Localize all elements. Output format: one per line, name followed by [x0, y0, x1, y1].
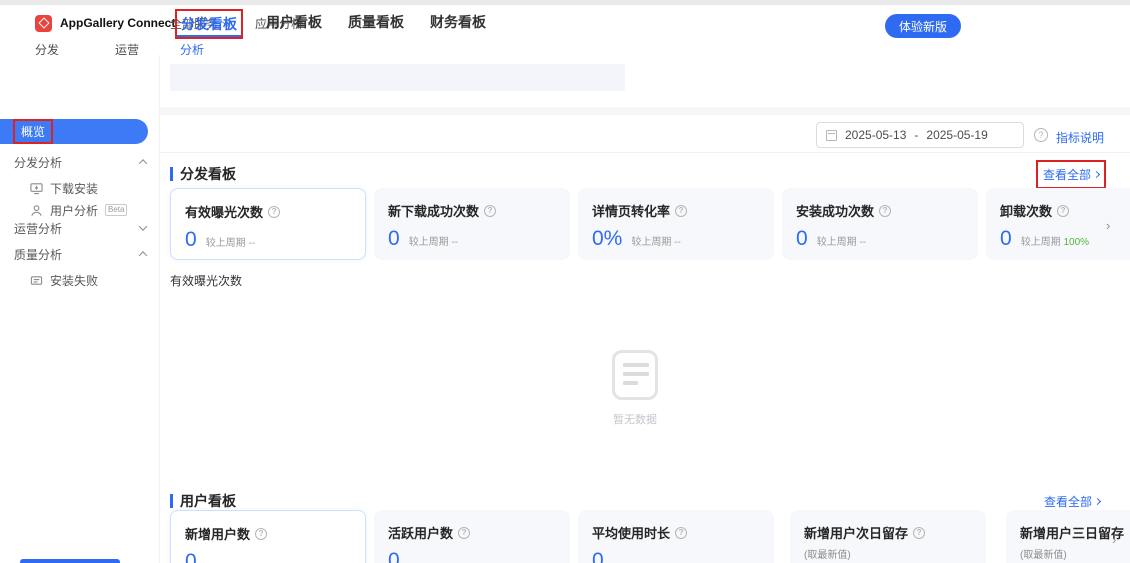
metric-card-avg-usage-duration[interactable]: 平均使用时长? 0: [578, 510, 774, 563]
metric-card-detail-conversion[interactable]: 详情页转化率? 0% 较上周期 --: [578, 188, 774, 260]
install-fail-icon: [30, 275, 43, 285]
sidebar-item-user-analysis[interactable]: 用户分析 Beta: [30, 201, 150, 219]
empty-state: 暂无数据: [585, 350, 685, 427]
metric-card-valid-impressions[interactable]: 有效曝光次数? 0 较上周期 --: [170, 188, 366, 260]
cards-scroll-right-chevron[interactable]: ›: [1106, 218, 1110, 233]
metric-value: 0: [796, 227, 808, 250]
beta-badge: Beta: [105, 204, 128, 216]
section-title-users: 用户看板: [170, 491, 236, 511]
sidebar-group-quality-analysis[interactable]: 质量分析: [14, 245, 148, 263]
tab-finance-dashboard[interactable]: 财务看板: [426, 9, 490, 35]
metric-card-new-downloads[interactable]: 新下载成功次数? 0 较上周期 --: [374, 188, 570, 260]
metric-value: 0: [1000, 227, 1012, 250]
metric-value-clipped: 0: [185, 550, 197, 563]
sidebar-item-download-install[interactable]: 下载安装: [30, 179, 150, 197]
tab-quality-dashboard[interactable]: 质量看板: [344, 9, 408, 35]
chevron-right-icon: [1093, 497, 1102, 506]
chevron-down-icon: [138, 222, 148, 231]
help-icon[interactable]: ?: [255, 527, 268, 540]
help-icon[interactable]: ?: [458, 526, 471, 539]
help-icon[interactable]: ?: [1034, 128, 1048, 142]
help-icon[interactable]: ?: [879, 204, 892, 217]
no-data-document-icon: [612, 350, 658, 400]
sidebar: 概览 分发分析 下载安装 用户分析 Beta 运营分析 质量分析 安装失败: [0, 55, 160, 563]
date-start: 2025-05-13: [845, 128, 907, 142]
tab-distribution-dashboard[interactable]: 分发看板: [175, 9, 243, 39]
metric-card-install-success[interactable]: 安装成功次数? 0 较上周期 --: [782, 188, 978, 260]
chart-metric-label: 有效曝光次数: [170, 274, 243, 288]
section-bar: [170, 167, 173, 181]
help-icon[interactable]: ?: [913, 526, 926, 539]
brand-title: AppGallery Connect: [60, 16, 176, 30]
tab-user-dashboard[interactable]: 用户看板: [262, 9, 326, 35]
sidebar-group-operation-analysis[interactable]: 运营分析: [14, 219, 148, 237]
dashboard-panel: [160, 115, 1130, 563]
sidebar-item-install-fail[interactable]: 安装失败: [30, 271, 150, 289]
help-icon[interactable]: ?: [675, 204, 688, 217]
calendar-icon: [826, 129, 837, 141]
no-data-text: 暂无数据: [613, 414, 657, 426]
try-new-version-button[interactable]: 体验新版: [885, 14, 962, 38]
chevron-up-icon: [138, 159, 148, 168]
metric-value: 0: [388, 227, 400, 250]
metric-note-link[interactable]: 指标说明: [1056, 129, 1104, 146]
metric-value-clipped: 0: [592, 549, 604, 563]
metric-card-new-users[interactable]: 新增用户数? 0: [170, 510, 366, 563]
metric-sub-note: (取最新值): [1020, 550, 1067, 561]
overview-label-red-annotation: 概览: [13, 119, 54, 144]
help-icon[interactable]: ?: [268, 205, 281, 218]
chevron-up-icon: [138, 251, 148, 260]
section-bar: [170, 494, 173, 508]
section-title-distribution: 分发看板: [170, 164, 236, 184]
appgallery-logo-icon: [35, 14, 52, 32]
sidebar-bottom-button-clipped[interactable]: [20, 559, 120, 563]
view-all-users-link[interactable]: 查看全部: [1044, 493, 1102, 510]
date-end: 2025-05-19: [926, 128, 988, 142]
help-icon[interactable]: ?: [1057, 204, 1070, 217]
view-all-distribution-link[interactable]: 查看全部: [1036, 160, 1107, 189]
metric-card-active-users[interactable]: 活跃用户数? 0: [374, 510, 570, 563]
background-gap: [160, 107, 1130, 115]
cards-scroll-right-chevron[interactable]: ›: [1112, 532, 1116, 547]
help-icon[interactable]: ?: [484, 204, 497, 217]
loading-placeholder-block: [170, 64, 625, 91]
brand[interactable]: AppGallery Connect: [35, 12, 175, 34]
date-separator: -: [914, 128, 919, 142]
sidebar-group-distribution-analysis[interactable]: 分发分析: [14, 153, 148, 171]
chevron-right-icon: [1092, 170, 1101, 179]
download-monitor-icon: [30, 182, 43, 194]
date-range-picker[interactable]: 2025-05-13 - 2025-05-19: [816, 122, 1024, 148]
user-icon: [31, 204, 42, 216]
help-icon[interactable]: ?: [675, 526, 688, 539]
sidebar-item-overview[interactable]: 概览: [0, 119, 148, 144]
metric-card-day1-retention[interactable]: 新增用户次日留存? (取最新值): [790, 510, 986, 563]
metric-value: 0: [185, 228, 197, 251]
metric-value-clipped: 0: [388, 549, 400, 563]
metric-sub-note: (取最新值): [804, 550, 851, 561]
top-header: AppGallery Connect 全部服务 应用分析 体验新版 分发 运营 …: [0, 5, 1130, 65]
metric-value: 0%: [592, 227, 623, 250]
